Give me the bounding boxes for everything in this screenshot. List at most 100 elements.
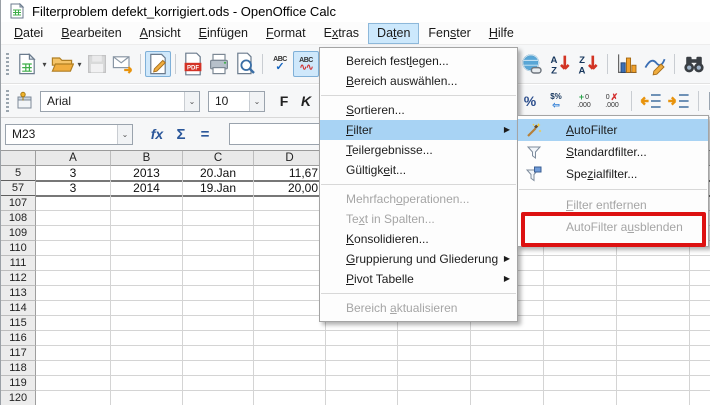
cell[interactable] — [617, 391, 690, 405]
cell[interactable] — [398, 376, 471, 391]
sum-icon[interactable]: Σ — [169, 126, 193, 143]
open-icon[interactable] — [49, 51, 75, 77]
row-header[interactable]: 117 — [1, 346, 36, 361]
cell[interactable] — [254, 241, 326, 256]
row-header[interactable]: 119 — [1, 376, 36, 391]
row-header[interactable]: 109 — [1, 226, 36, 241]
chevron-down-icon[interactable]: ⌄ — [184, 92, 199, 111]
cell[interactable] — [36, 346, 111, 361]
insert-chart-icon[interactable] — [614, 51, 640, 77]
cell[interactable] — [471, 331, 544, 346]
cell[interactable] — [111, 271, 183, 286]
menu-item-sortieren[interactable]: Sortieren... — [320, 100, 517, 120]
cell[interactable] — [617, 331, 690, 346]
cell[interactable] — [36, 271, 111, 286]
cell[interactable] — [617, 376, 690, 391]
page-preview-icon[interactable] — [232, 51, 258, 77]
column-header[interactable]: B — [111, 151, 183, 166]
menubar-item-daten[interactable]: Daten — [368, 23, 419, 44]
cell[interactable] — [398, 331, 471, 346]
cell[interactable] — [183, 331, 254, 346]
row-header[interactable]: 107 — [1, 196, 36, 211]
borders-icon[interactable] — [705, 88, 710, 114]
cell[interactable] — [183, 211, 254, 226]
cell[interactable] — [111, 301, 183, 316]
column-header[interactable]: D — [254, 151, 326, 166]
menubar-item-ansicht[interactable]: Ansicht — [131, 23, 190, 44]
menu-item-teilergebnisse[interactable]: Teilergebnisse... — [320, 140, 517, 160]
menu-item-bereich-auswaehlen[interactable]: Bereich auswählen... — [320, 71, 517, 91]
cell[interactable] — [183, 241, 254, 256]
font-name-combo[interactable]: Arial ⌄ — [40, 91, 200, 112]
menubar-item-bearbeiten[interactable]: Bearbeiten — [52, 23, 130, 44]
cell[interactable] — [36, 241, 111, 256]
cell[interactable] — [617, 271, 690, 286]
cell[interactable] — [183, 271, 254, 286]
email-icon[interactable] — [110, 51, 136, 77]
cell[interactable] — [111, 391, 183, 405]
row-header[interactable]: 57 — [1, 181, 36, 197]
cell[interactable] — [36, 361, 111, 376]
cell[interactable] — [36, 301, 111, 316]
cell[interactable] — [254, 346, 326, 361]
cell[interactable] — [36, 391, 111, 405]
cell[interactable] — [254, 391, 326, 405]
column-header[interactable]: A — [36, 151, 111, 166]
cell[interactable] — [111, 361, 183, 376]
add-decimal-icon[interactable]: +0 .000 — [571, 88, 597, 114]
menu-item-autofilter[interactable]: AutoFilter — [518, 119, 708, 141]
menu-item-filter[interactable]: Filter▶ — [320, 120, 517, 140]
cell[interactable] — [326, 376, 398, 391]
cell[interactable] — [183, 256, 254, 271]
spellcheck-icon[interactable]: ABC ✓ — [267, 51, 293, 77]
select-all-corner[interactable] — [1, 151, 36, 166]
cell[interactable]: 2014 — [111, 181, 183, 197]
new-document-icon[interactable] — [14, 51, 40, 77]
cell[interactable] — [617, 286, 690, 301]
cell[interactable] — [183, 196, 254, 211]
cell[interactable] — [36, 376, 111, 391]
menubar-item-fenster[interactable]: Fenster — [419, 23, 479, 44]
cell[interactable] — [544, 391, 617, 405]
cell[interactable] — [111, 211, 183, 226]
cell[interactable]: 20.Jan — [183, 166, 254, 182]
cell[interactable] — [690, 331, 710, 346]
find-replace-icon[interactable] — [681, 51, 707, 77]
cell[interactable]: 3 — [36, 181, 111, 197]
row-header[interactable]: 111 — [1, 256, 36, 271]
cell[interactable] — [36, 226, 111, 241]
menu-item-pivot-tabelle[interactable]: Pivot Tabelle▶ — [320, 269, 517, 289]
cell[interactable] — [326, 361, 398, 376]
cell[interactable] — [254, 331, 326, 346]
cell[interactable] — [326, 346, 398, 361]
row-header[interactable]: 108 — [1, 211, 36, 226]
cell[interactable] — [544, 376, 617, 391]
percent-format-icon[interactable]: % — [519, 88, 541, 114]
cell[interactable] — [471, 361, 544, 376]
cell[interactable] — [111, 241, 183, 256]
cell[interactable] — [254, 256, 326, 271]
cell[interactable] — [183, 391, 254, 405]
row-header[interactable]: 110 — [1, 241, 36, 256]
cell[interactable] — [471, 346, 544, 361]
cell[interactable] — [183, 286, 254, 301]
auto-spellcheck-icon[interactable]: ABC ∿∿ — [293, 51, 319, 77]
cell[interactable] — [398, 361, 471, 376]
cell[interactable] — [617, 301, 690, 316]
cell[interactable] — [690, 271, 710, 286]
cell[interactable] — [544, 256, 617, 271]
cell[interactable] — [471, 376, 544, 391]
menu-item-gruppierung-und-gliederung[interactable]: Gruppierung und Gliederung▶ — [320, 249, 517, 269]
cell[interactable] — [544, 286, 617, 301]
cell[interactable] — [254, 376, 326, 391]
cell[interactable] — [183, 361, 254, 376]
menu-item-standardfilter[interactable]: Standardfilter... — [518, 141, 708, 163]
styles-and-formatting-icon[interactable] — [14, 88, 36, 114]
new-dropdown-arrow[interactable]: ▾ — [40, 60, 49, 69]
row-header[interactable]: 114 — [1, 301, 36, 316]
cell[interactable] — [690, 391, 710, 405]
cell[interactable] — [544, 301, 617, 316]
cell[interactable] — [398, 346, 471, 361]
row-header[interactable]: 116 — [1, 331, 36, 346]
cell[interactable] — [544, 346, 617, 361]
